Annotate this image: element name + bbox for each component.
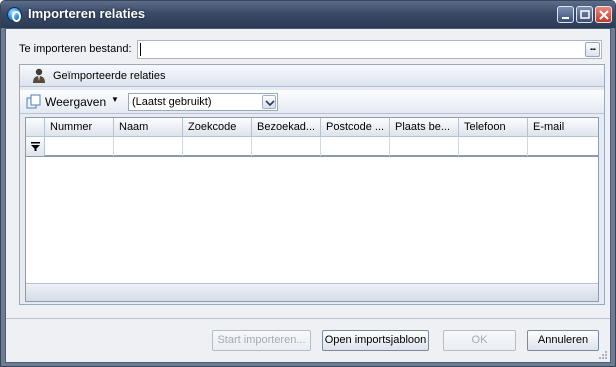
filter-cell-nummer[interactable]	[45, 137, 114, 156]
file-label: Te importeren bestand:	[19, 43, 132, 55]
window-title: Importeren relaties	[28, 6, 146, 21]
filter-row	[26, 137, 598, 157]
app-logo-icon	[7, 7, 22, 22]
divider	[6, 318, 610, 319]
dropdown-button[interactable]	[262, 95, 276, 109]
grid-footer	[26, 283, 598, 301]
file-path-input[interactable]: ...	[137, 40, 602, 59]
close-button[interactable]	[595, 6, 612, 23]
resize-grip-icon[interactable]	[598, 350, 608, 360]
person-icon	[33, 68, 45, 83]
column-header-bezoekadres[interactable]: Bezoekad...	[252, 118, 321, 137]
dialog-body: Te importeren bestand: ... Geïmporteerde…	[5, 28, 611, 363]
column-header-postcode[interactable]: Postcode ...	[321, 118, 390, 137]
text-caret	[140, 43, 141, 56]
filter-cell-plaats[interactable]	[390, 137, 459, 156]
relations-grid[interactable]: Nummer Naam Zoekcode Bezoekad... Postcod…	[25, 117, 599, 302]
browse-button[interactable]: ...	[585, 42, 600, 57]
row-indicator-header	[26, 118, 45, 137]
ok-button[interactable]: OK	[443, 330, 516, 351]
filter-row-indicator[interactable]	[26, 137, 45, 156]
column-header-telefoon[interactable]: Telefoon	[459, 118, 528, 137]
start-import-button[interactable]: Start importeren...	[212, 330, 311, 351]
imported-relations-panel: Geïmporteerde relaties Weergaven ▼ (Laat…	[19, 64, 605, 305]
filter-cell-zoekcode[interactable]	[183, 137, 252, 156]
chevron-down-icon	[265, 100, 275, 107]
views-toolbar: Weergaven ▼ (Laatst gebruikt)	[20, 90, 604, 114]
minimize-icon	[562, 17, 569, 19]
filter-cell-bezoekadres[interactable]	[252, 137, 321, 156]
filter-cell-email[interactable]	[528, 137, 598, 156]
minimize-button[interactable]	[557, 6, 574, 23]
import-dialog: Importeren relaties Te importeren bestan…	[0, 0, 616, 367]
filter-cell-telefoon[interactable]	[459, 137, 528, 156]
panel-title: Geïmporteerde relaties	[53, 70, 166, 82]
filter-cell-postcode[interactable]	[321, 137, 390, 156]
filter-icon	[31, 142, 40, 151]
column-header-plaats[interactable]: Plaats be...	[390, 118, 459, 137]
chevron-down-icon[interactable]: ▼	[111, 95, 119, 104]
filter-cell-naam[interactable]	[114, 137, 183, 156]
maximize-icon	[580, 10, 590, 19]
column-header-email[interactable]: E-mail	[528, 118, 598, 137]
open-import-template-button[interactable]: Open importsjabloon	[322, 330, 429, 351]
layout-select-value: (Laatst gebruikt)	[132, 96, 212, 108]
column-header-naam[interactable]: Naam	[114, 118, 183, 137]
layout-select[interactable]: (Laatst gebruikt)	[128, 93, 278, 111]
title-bar[interactable]: Importeren relaties	[1, 1, 615, 28]
views-menu-button[interactable]: Weergaven	[45, 95, 106, 109]
cancel-button[interactable]: Annuleren	[527, 330, 599, 351]
column-header-zoekcode[interactable]: Zoekcode	[183, 118, 252, 137]
maximize-button[interactable]	[576, 6, 593, 23]
views-icon[interactable]	[26, 94, 42, 110]
grid-header: Nummer Naam Zoekcode Bezoekad... Postcod…	[26, 118, 598, 137]
panel-header: Geïmporteerde relaties	[20, 65, 604, 87]
column-header-nummer[interactable]: Nummer	[45, 118, 114, 137]
close-icon	[599, 10, 609, 20]
